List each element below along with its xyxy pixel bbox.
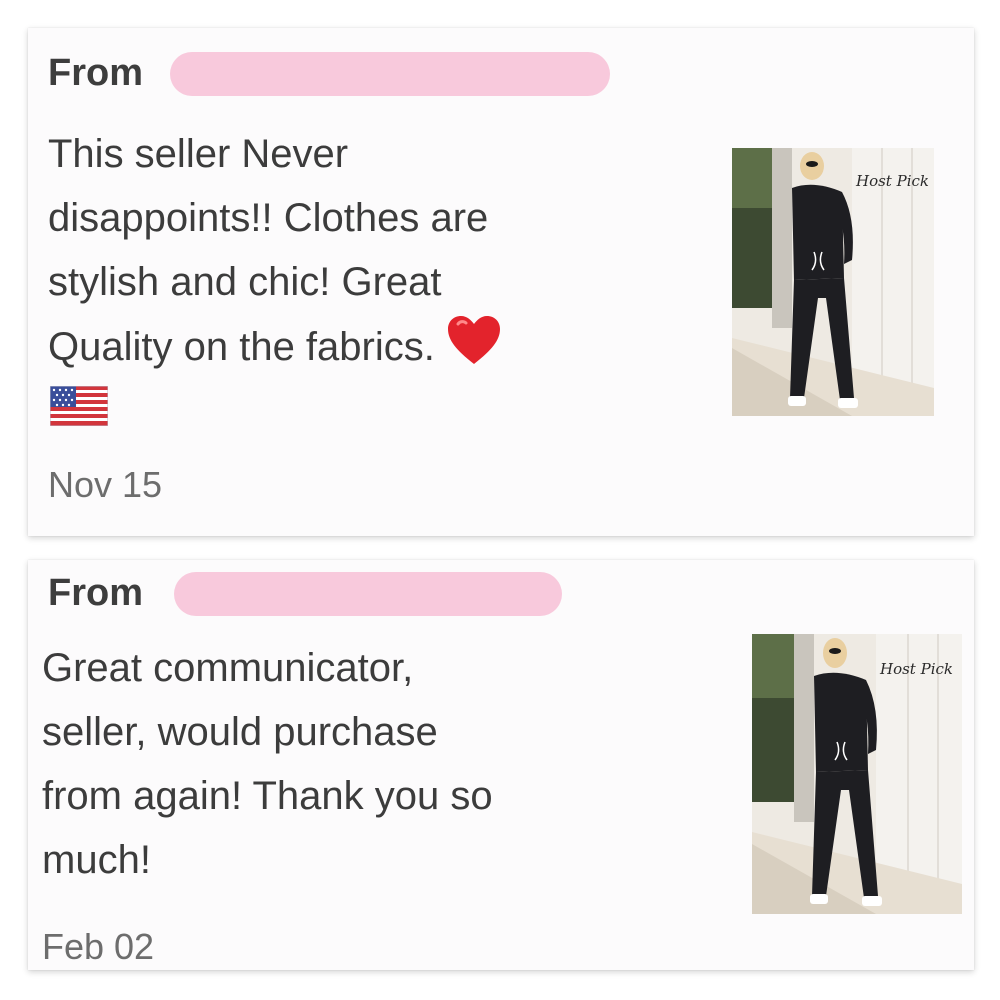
host-pick-badge: Host Pick — [856, 172, 929, 190]
review-line: seller, would purchase — [42, 710, 438, 754]
redacted-username — [170, 52, 610, 96]
review-line: Quality on the fabrics. — [48, 325, 435, 370]
us-flag-emoji — [49, 385, 109, 431]
heart-emoji — [446, 314, 502, 385]
review-text: Great communicator, seller, would purcha… — [42, 636, 493, 892]
redacted-username — [174, 572, 562, 616]
product-thumbnail[interactable]: Host Pick — [732, 148, 934, 416]
review-date: Nov 15 — [48, 464, 163, 505]
review-card: From Great communicator, seller, would p… — [28, 560, 974, 970]
review-line: This seller Never — [48, 132, 349, 176]
review-line: much! — [42, 838, 151, 882]
review-text: This seller Never disappoints!! Clothes … — [48, 122, 502, 385]
product-thumbnail[interactable]: Host Pick — [752, 634, 962, 914]
review-line: stylish and chic! Great — [48, 260, 442, 304]
review-line: disappoints!! Clothes are — [48, 196, 489, 240]
review-from: From — [48, 572, 143, 615]
host-pick-badge: Host Pick — [880, 660, 953, 678]
review-line: from again! Thank you so — [42, 774, 493, 818]
review-from: From — [48, 52, 143, 95]
from-label: From — [48, 52, 143, 94]
review-card: From This seller Never disappoints!! Clo… — [28, 28, 974, 536]
review-date: Feb 02 — [42, 926, 155, 967]
from-label: From — [48, 572, 143, 614]
review-line: Great communicator, — [42, 646, 414, 690]
